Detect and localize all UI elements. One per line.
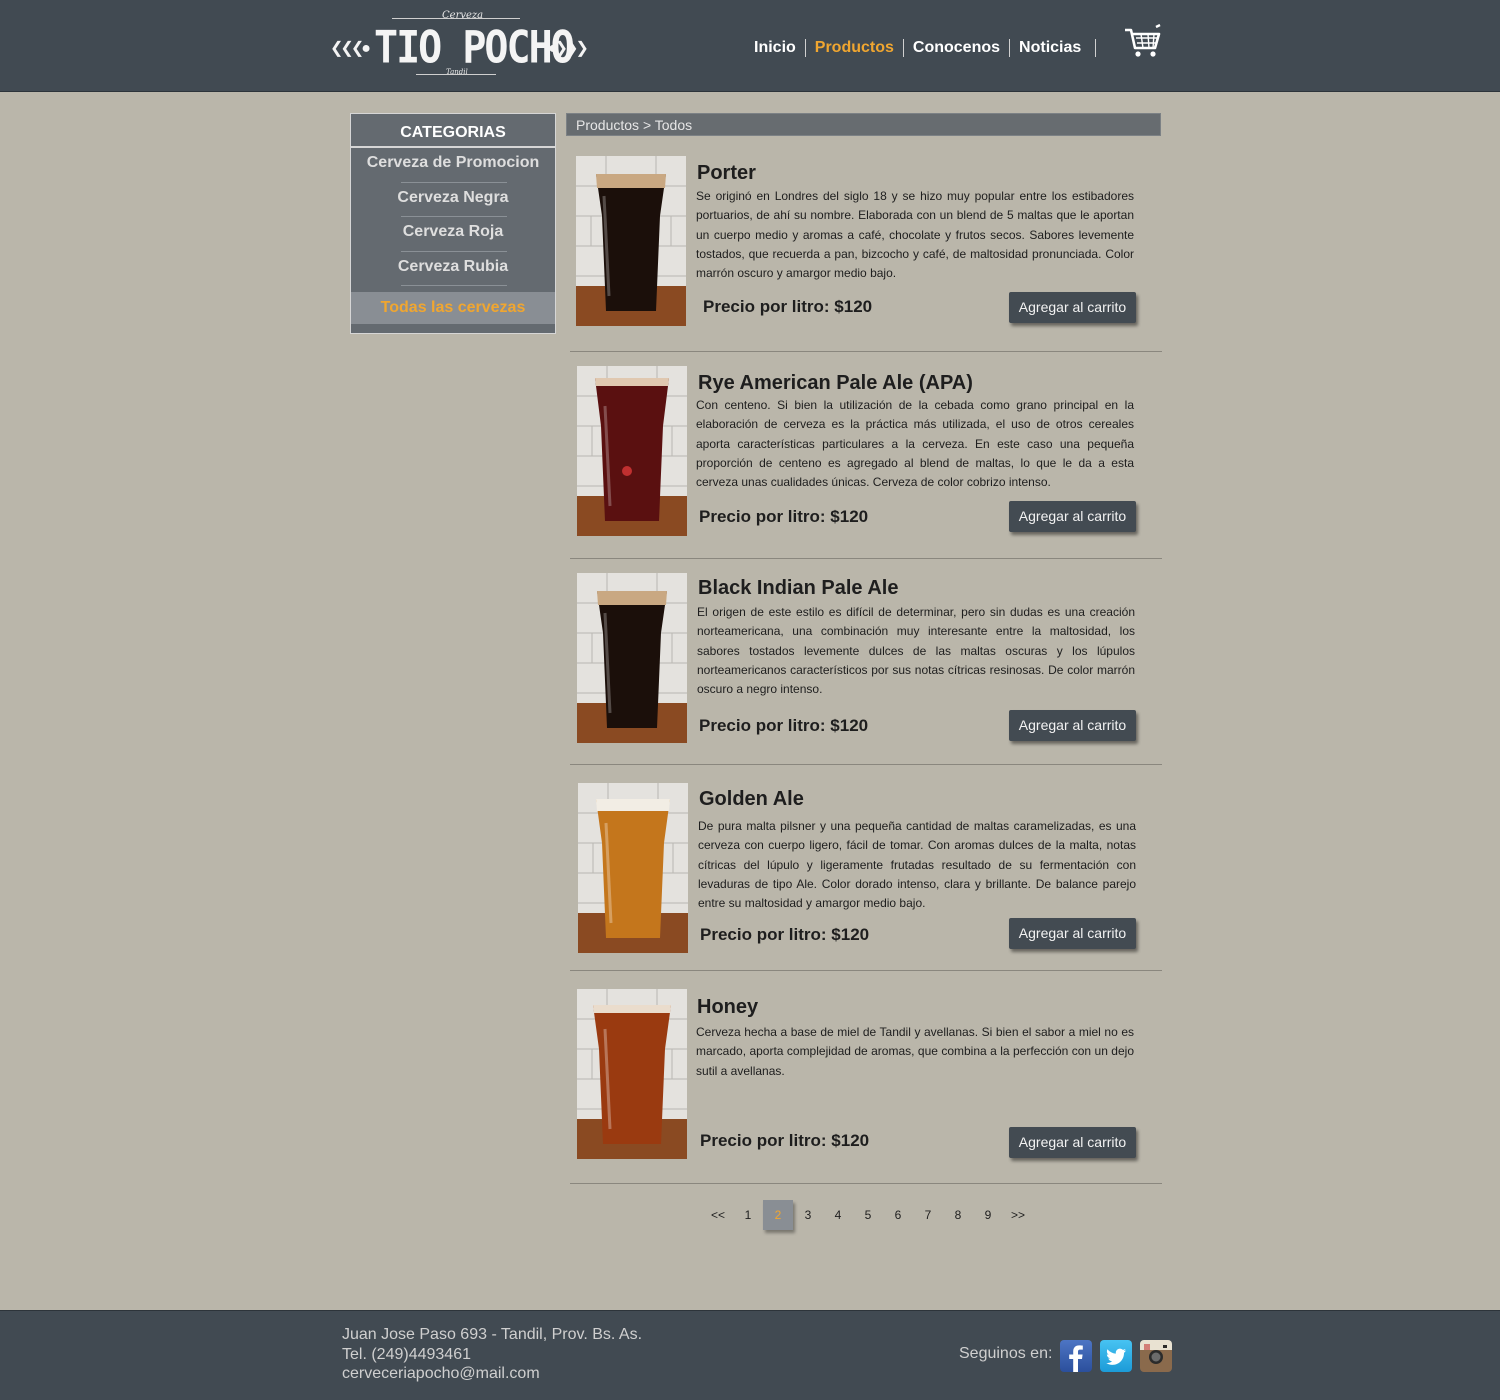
pagination-page[interactable]: 7 — [913, 1200, 943, 1230]
sidebar-item-negra[interactable]: Cerveza Negra — [351, 183, 555, 217]
product-description: Con centeno. Si bien la utilización de l… — [696, 398, 1134, 490]
divider — [401, 285, 507, 286]
product-card: Rye American Pale Ale (APA) Con centeno.… — [570, 352, 1162, 559]
footer-email[interactable]: cerveceriapocho@mail.com — [342, 1364, 642, 1384]
footer-contact: Juan Jose Paso 693 - Tandil, Prov. Bs. A… — [342, 1325, 642, 1384]
product-name: Golden Ale — [699, 788, 804, 810]
site-footer: Juan Jose Paso 693 - Tandil, Prov. Bs. A… — [0, 1310, 1500, 1400]
product-image[interactable] — [577, 573, 687, 743]
product-description: Cerveza hecha a base de miel de Tandil y… — [696, 1025, 1134, 1078]
site-header: Cerveza ❮❮❮● TIO POCHO ●❯❯❯ Tandil Inici… — [0, 0, 1500, 92]
nav-item-inicio[interactable]: Inicio — [750, 39, 806, 57]
wheat-left-icon: ❮❮❮● — [330, 40, 371, 57]
product-price: Precio por litro: $120 — [699, 716, 869, 735]
shopping-cart-icon[interactable] — [1124, 24, 1162, 60]
add-to-cart-button[interactable]: Agregar al carrito — [1009, 501, 1136, 532]
breadcrumb-current: Todos — [654, 117, 693, 133]
sidebar-item-todas[interactable]: Todas las cervezas — [351, 292, 555, 324]
add-to-cart-button[interactable]: Agregar al carrito — [1009, 1127, 1136, 1158]
pagination: << 1 2 3 4 5 6 7 8 9 >> — [703, 1200, 1033, 1230]
sidebar-item-label: Cerveza Roja — [402, 223, 504, 240]
logo-script-bottom: Tandil — [446, 68, 468, 76]
add-to-cart-button[interactable]: Agregar al carrito — [1009, 918, 1136, 949]
product-name: Black Indian Pale Ale — [698, 577, 899, 599]
pagination-next[interactable]: >> — [1003, 1200, 1033, 1230]
product-price: Precio por litro: $120 — [700, 925, 870, 944]
product-card: Porter Se originó en Londres del siglo 1… — [570, 150, 1162, 352]
product-name: Honey — [697, 996, 759, 1018]
sidebar-item-promocion[interactable]: Cerveza de Promocion — [351, 148, 555, 183]
nav-item-conocenos[interactable]: Conocenos — [904, 39, 1011, 57]
pagination-page[interactable]: 5 — [853, 1200, 883, 1230]
product-card: Golden Ale De pura malta pilsner y una p… — [570, 765, 1162, 971]
product-price: Precio por litro: $120 — [700, 1131, 870, 1150]
sidebar-item-label: Cerveza de Promocion — [366, 154, 540, 171]
sidebar-item-label: Cerveza Negra — [397, 188, 509, 206]
nav-item-productos[interactable]: Productos — [806, 39, 904, 57]
breadcrumb-separator: > — [642, 117, 652, 133]
beer-glass — [593, 1005, 671, 1144]
pagination-page[interactable]: 9 — [973, 1200, 1003, 1230]
product-name: Porter — [697, 162, 756, 184]
categories-sidebar: CATEGORIAS Cerveza de Promocion Cerveza … — [350, 113, 556, 334]
pagination-page[interactable]: 8 — [943, 1200, 973, 1230]
breadcrumb: Productos > Todos — [566, 113, 1161, 136]
product-image[interactable] — [576, 156, 686, 326]
footer-phone: Tel. (249)4493461 — [342, 1345, 471, 1363]
sidebar-item-roja[interactable]: Cerveza Roja — [351, 217, 555, 252]
twitter-icon[interactable] — [1100, 1340, 1132, 1372]
add-to-cart-button[interactable]: Agregar al carrito — [1009, 710, 1136, 741]
footer-follow-label: Seguinos en: — [959, 1345, 1053, 1362]
product-description: De pura malta pilsner y una pequeña cant… — [698, 819, 1136, 911]
product-price: Precio por litro: $120 — [703, 297, 873, 316]
main-nav: Inicio Productos Conocenos Noticias — [750, 37, 1097, 59]
pagination-page[interactable]: 3 — [793, 1200, 823, 1230]
pagination-page-current[interactable]: 2 — [763, 1200, 793, 1230]
product-description: El origen de este estilo es difícil de d… — [697, 605, 1135, 697]
footer-address: Juan Jose Paso 693 - Tandil, Prov. Bs. A… — [342, 1326, 643, 1343]
wheat-right-icon: ●❯❯❯ — [548, 40, 589, 57]
facebook-icon[interactable] — [1060, 1340, 1092, 1372]
breadcrumb-productos[interactable]: Productos — [576, 117, 639, 133]
product-image[interactable] — [577, 366, 687, 536]
product-name: Rye American Pale Ale (APA) — [698, 372, 973, 394]
sidebar-item-rubia[interactable]: Cerveza Rubia — [351, 252, 555, 286]
product-image[interactable] — [578, 783, 688, 953]
sidebar-item-label: Cerveza Rubia — [397, 257, 509, 275]
pagination-page[interactable]: 1 — [733, 1200, 763, 1230]
product-card: Honey Cerveza hecha a base de miel de Ta… — [570, 971, 1162, 1184]
logo-script-top: Cerveza — [442, 10, 484, 21]
sidebar-title: CATEGORIAS — [351, 114, 555, 148]
product-image[interactable] — [577, 989, 687, 1159]
add-to-cart-button[interactable]: Agregar al carrito — [1009, 292, 1136, 323]
pagination-page[interactable]: 4 — [823, 1200, 853, 1230]
nav-item-noticias[interactable]: Noticias — [1010, 39, 1097, 57]
logo-brand-text: TIO POCHO — [374, 22, 575, 74]
product-price: Precio por litro: $120 — [699, 507, 869, 526]
pagination-prev[interactable]: << — [703, 1200, 733, 1230]
product-card: Black Indian Pale Ale El origen de este … — [570, 559, 1162, 765]
pagination-page[interactable]: 6 — [883, 1200, 913, 1230]
logo-divider — [392, 18, 520, 19]
product-description: Se originó en Londres del siglo 18 y se … — [696, 189, 1134, 281]
site-logo[interactable]: Cerveza ❮❮❮● TIO POCHO ●❯❯❯ Tandil — [330, 10, 590, 80]
instagram-icon[interactable] — [1140, 1340, 1172, 1372]
